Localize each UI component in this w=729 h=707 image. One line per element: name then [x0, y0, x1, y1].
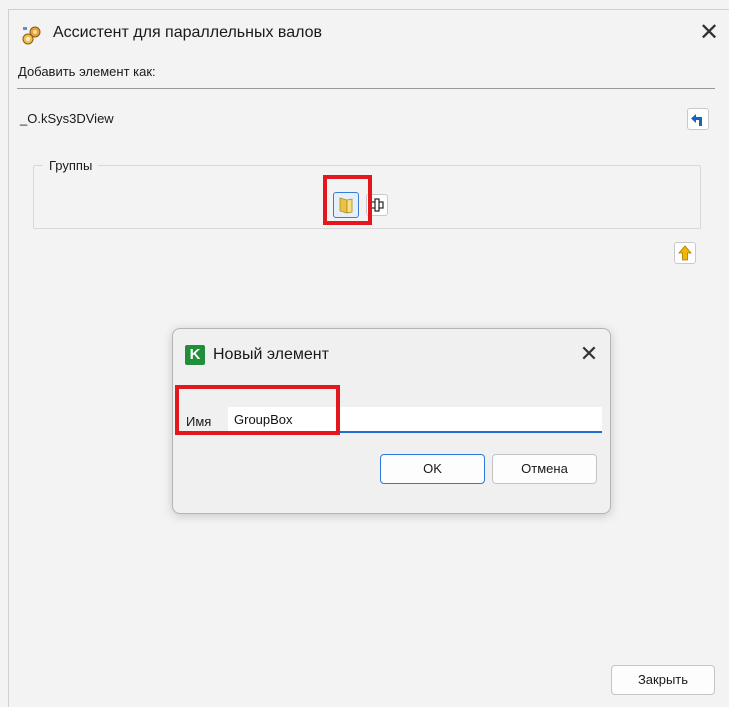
dialog-title: Новый элемент: [213, 346, 329, 363]
add-as-label: Добавить элемент как:: [18, 64, 156, 79]
move-up-button[interactable]: [674, 242, 696, 264]
app-gear-icon: [22, 26, 41, 45]
add-group-folder-button[interactable]: [333, 192, 359, 218]
add-layout-button[interactable]: [366, 194, 388, 216]
object-name-label: _O.kSys3DView: [20, 111, 114, 126]
name-input[interactable]: [228, 407, 602, 433]
ok-button[interactable]: OK: [380, 454, 485, 484]
cancel-button[interactable]: Отмена: [492, 454, 597, 484]
groupbox-label: Группы: [43, 158, 99, 173]
title-bar: Ассистент для параллельных валов ✕: [9, 10, 729, 58]
layout-split-icon: [370, 198, 384, 212]
back-button[interactable]: [687, 108, 709, 130]
kompas-logo-icon: K: [185, 345, 205, 365]
up-arrow-icon: [678, 245, 692, 261]
window-close-icon[interactable]: ✕: [694, 18, 724, 48]
divider: [17, 88, 715, 89]
name-field-label: Имя: [186, 414, 212, 429]
return-arrow-icon: [691, 114, 702, 126]
window-title: Ассистент для параллельных валов: [53, 24, 323, 41]
new-element-dialog: K Новый элемент ✕ Имя OK Отмена: [172, 328, 611, 514]
folder-icon: [339, 197, 353, 214]
close-button[interactable]: Закрыть: [611, 665, 715, 695]
dialog-title-bar: K Новый элемент ✕: [173, 329, 610, 379]
dialog-close-icon[interactable]: ✕: [576, 341, 602, 367]
